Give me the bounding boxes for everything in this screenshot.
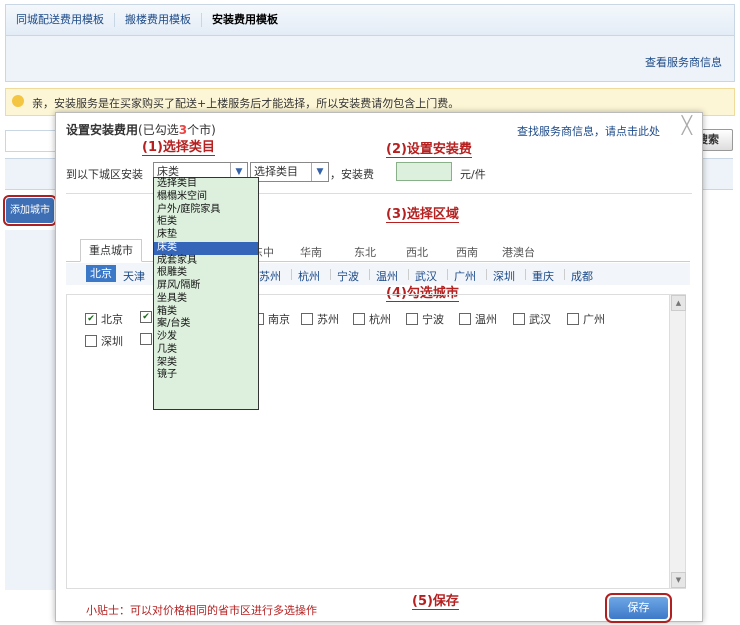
dropdown-option[interactable]: 根雕类: [154, 267, 258, 280]
separator: [330, 269, 331, 280]
dropdown-option-selected[interactable]: 床类: [154, 241, 258, 255]
city-link-shenzhen[interactable]: 深圳: [493, 268, 515, 284]
tip-text: 小贴士：可以对价格相同的省市区进行多选操作: [86, 604, 317, 617]
dropdown-option[interactable]: 坐具类: [154, 293, 258, 306]
separator: [486, 269, 487, 280]
dropdown-option[interactable]: 几类: [154, 344, 258, 357]
region-tab-southwest[interactable]: 西南: [456, 244, 478, 260]
dropdown-option[interactable]: 户外/庭院家具: [154, 204, 258, 217]
city-link-ningbo[interactable]: 宁波: [337, 268, 359, 284]
scrollbar[interactable]: ▲ ▼: [669, 295, 686, 588]
tab-install-fee[interactable]: 安装费用模板: [202, 13, 288, 27]
checkbox-checked-icon: ✔: [140, 311, 152, 323]
scroll-up-icon[interactable]: ▲: [671, 295, 686, 311]
checkbox-icon: [85, 335, 97, 347]
checkbox-icon: [353, 313, 365, 325]
fee-unit: 元/件: [460, 168, 486, 181]
install-fee-dialog: 设置安装费用(已勾选3个市) 查找服务商信息，请点击此处 ╳ (1)选择类目 (…: [55, 112, 703, 623]
dropdown-option[interactable]: 案/台类: [154, 318, 258, 331]
city-checkbox-wenzhou[interactable]: 温州: [459, 311, 497, 327]
view-service-link[interactable]: 查看服务商信息: [645, 54, 722, 70]
add-city-button[interactable]: 添加城市: [3, 195, 57, 226]
category-dropdown-list: 选择类目 榻榻米空间 户外/庭院家具 柜类 床垫 床类 成套家具 根雕类 屏风/…: [153, 177, 259, 410]
step-2-label: (2)设置安装费: [386, 142, 472, 158]
dropdown-option[interactable]: 沙发: [154, 331, 258, 344]
dropdown-option[interactable]: 榻榻米空间: [154, 191, 258, 204]
region-tab-south[interactable]: 华南: [300, 244, 322, 260]
row-label: 到以下城区安装: [66, 168, 143, 181]
city-checkbox-ningbo[interactable]: 宁波: [406, 311, 444, 327]
separator: [408, 269, 409, 280]
sub-bar: 查看服务商信息: [5, 35, 735, 82]
subcategory-select-value: 选择类目: [254, 165, 298, 178]
selected-count: 3: [178, 123, 188, 137]
subcategory-select[interactable]: 选择类目 ▼: [250, 162, 329, 182]
city-link-wuhan[interactable]: 武汉: [415, 268, 437, 284]
dropdown-option[interactable]: 架类: [154, 357, 258, 370]
checkbox-icon: [301, 313, 313, 325]
city-link-tianjin[interactable]: 天津: [123, 268, 145, 284]
city-checkbox-suzhou[interactable]: 苏州: [301, 311, 339, 327]
checkbox-icon: [459, 313, 471, 325]
close-icon[interactable]: ╳: [682, 116, 692, 136]
tab-local-delivery[interactable]: 同城配送费用模板: [6, 13, 115, 27]
region-tab-northeast[interactable]: 东北: [354, 244, 376, 260]
separator: [564, 269, 565, 280]
separator: [525, 269, 526, 280]
city-checkbox-beijing[interactable]: ✔ 北京: [85, 311, 123, 327]
region-tab-hk-macao-tw[interactable]: 港澳台: [502, 244, 535, 260]
dropdown-option[interactable]: 床垫: [154, 229, 258, 242]
city-link-wenzhou[interactable]: 温州: [376, 268, 398, 284]
region-tab-key-cities[interactable]: 重点城市: [80, 239, 142, 262]
notice-text: 亲，安装服务是在买家购买了配送+上楼服务后才能选择，所以安装费请勿包含上门费。: [32, 97, 460, 110]
step-5-label: (5)保存: [412, 594, 459, 610]
city-link-guangzhou[interactable]: 广州: [454, 268, 476, 284]
tab-stairs-fee[interactable]: 搬楼费用模板: [115, 13, 202, 27]
city-checkbox-shenzhen[interactable]: 深圳: [85, 333, 123, 349]
checkbox-icon: [140, 333, 152, 345]
fee-label: ，安装费: [330, 168, 374, 181]
dropdown-option[interactable]: 镜子: [154, 369, 258, 382]
city-checkbox-guangzhou[interactable]: 广州: [567, 311, 605, 327]
checkbox-icon: [513, 313, 525, 325]
city-link-hangzhou[interactable]: 杭州: [298, 268, 320, 284]
dialog-title: 设置安装费用(已勾选3个市): [66, 123, 216, 137]
dropdown-option[interactable]: 柜类: [154, 216, 258, 229]
chevron-down-icon: ▼: [311, 163, 328, 181]
step-3-label: (3)选择区域: [386, 207, 459, 223]
checkbox-icon: [567, 313, 579, 325]
checkbox-icon: [406, 313, 418, 325]
step-1-label: (1)选择类目: [142, 140, 215, 156]
save-button[interactable]: 保存: [605, 593, 672, 623]
city-link-suzhou[interactable]: 苏州: [259, 268, 281, 284]
region-tab-northwest[interactable]: 西北: [406, 244, 428, 260]
install-fee-input[interactable]: [396, 162, 452, 181]
separator: [447, 269, 448, 280]
city-link-chongqing[interactable]: 重庆: [532, 268, 554, 284]
city-checkbox-hangzhou[interactable]: 杭州: [353, 311, 391, 327]
dropdown-option[interactable]: 选择类目: [154, 178, 258, 191]
dropdown-option[interactable]: 屏风/隔断: [154, 280, 258, 293]
dropdown-option[interactable]: 成套家具: [154, 255, 258, 268]
city-link-beijing[interactable]: 北京: [86, 265, 116, 282]
lightbulb-icon: [12, 95, 24, 107]
scroll-down-icon[interactable]: ▼: [671, 572, 686, 588]
template-tabs: 同城配送费用模板 搬楼费用模板 安装费用模板: [5, 4, 735, 35]
city-checkbox-wuhan[interactable]: 武汉: [513, 311, 551, 327]
checkbox-checked-icon: ✔: [85, 313, 97, 325]
city-link-chengdu[interactable]: 成都: [571, 268, 593, 284]
dropdown-option[interactable]: 箱类: [154, 306, 258, 319]
separator: [291, 269, 292, 280]
separator: [369, 269, 370, 280]
find-service-link[interactable]: 查找服务商信息，请点击此处: [517, 123, 660, 139]
